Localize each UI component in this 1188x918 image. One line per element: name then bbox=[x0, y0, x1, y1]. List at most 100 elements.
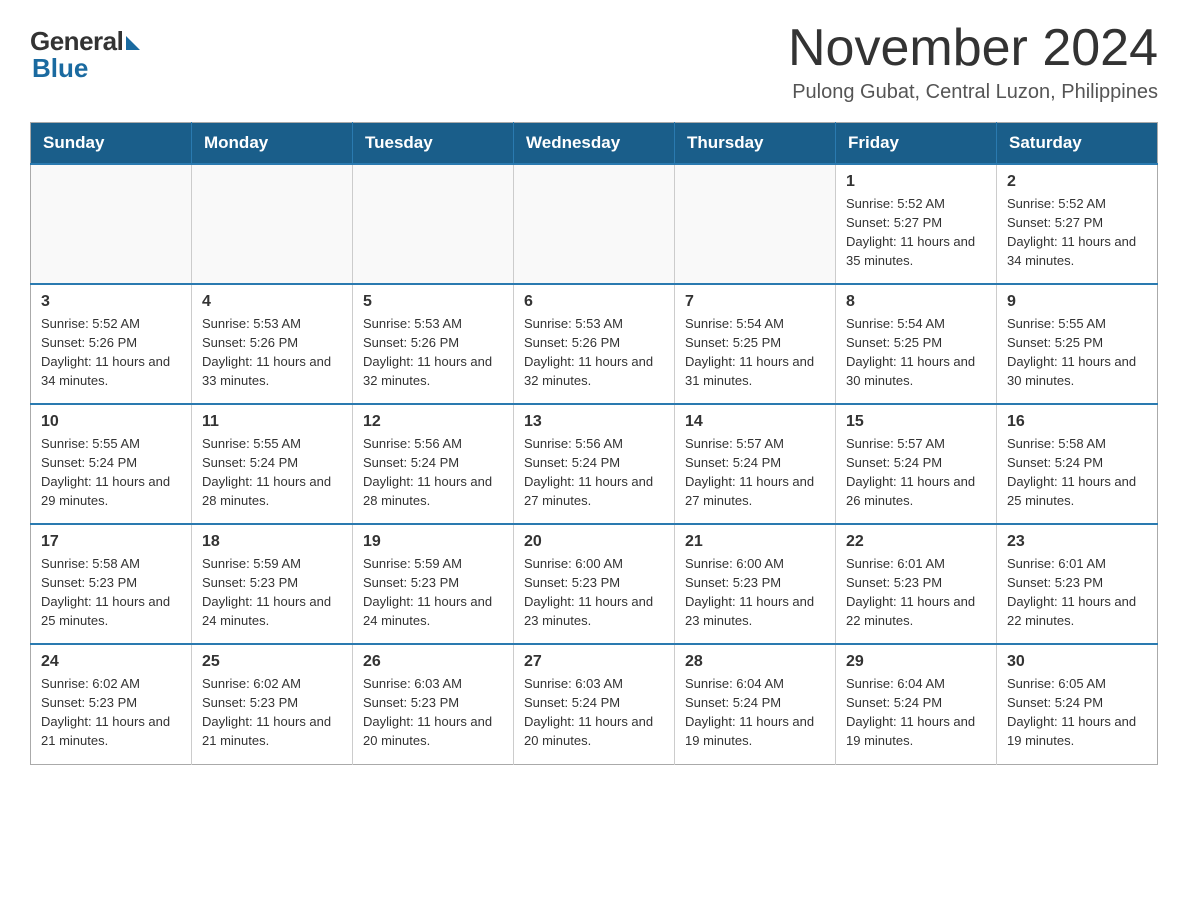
day-cell bbox=[192, 164, 353, 284]
day-number: 2 bbox=[1007, 173, 1147, 191]
day-info: Sunrise: 6:03 AM Sunset: 5:24 PM Dayligh… bbox=[524, 675, 664, 750]
day-info: Sunrise: 5:55 AM Sunset: 5:24 PM Dayligh… bbox=[41, 435, 181, 510]
day-info: Sunrise: 5:52 AM Sunset: 5:26 PM Dayligh… bbox=[41, 315, 181, 390]
day-cell: 15 Sunrise: 5:57 AM Sunset: 5:24 PM Dayli… bbox=[836, 404, 997, 524]
day-cell: 30Sunrise: 6:05 AM Sunset: 5:24 PM Dayli… bbox=[997, 644, 1158, 764]
day-cell: 4 Sunrise: 5:53 AM Sunset: 5:26 PM Daylig… bbox=[192, 284, 353, 404]
day-cell bbox=[353, 164, 514, 284]
week-row-3: 10 Sunrise: 5:55 AM Sunset: 5:24 PM Dayli… bbox=[31, 404, 1158, 524]
day-cell: 11 Sunrise: 5:55 AM Sunset: 5:24 PM Dayli… bbox=[192, 404, 353, 524]
day-number: 10 bbox=[41, 413, 181, 431]
day-cell: 18Sunrise: 5:59 AM Sunset: 5:23 PM Dayli… bbox=[192, 524, 353, 644]
day-cell: 3 Sunrise: 5:52 AM Sunset: 5:26 PM Daylig… bbox=[31, 284, 192, 404]
day-info: Sunrise: 5:56 AM Sunset: 5:24 PM Dayligh… bbox=[363, 435, 503, 510]
logo-blue-text: Blue bbox=[32, 53, 88, 84]
weekday-header-tuesday: Tuesday bbox=[353, 123, 514, 165]
day-cell: 29 Sunrise: 6:04 AM Sunset: 5:24 PM Dayli… bbox=[836, 644, 997, 764]
day-info: Sunrise: 5:53 AM Sunset: 5:26 PM Dayligh… bbox=[202, 315, 342, 390]
day-cell bbox=[514, 164, 675, 284]
day-cell: 7Sunrise: 5:54 AM Sunset: 5:25 PM Daylig… bbox=[675, 284, 836, 404]
day-number: 22 bbox=[846, 533, 986, 551]
day-info: Sunrise: 6:04 AM Sunset: 5:24 PM Dayligh… bbox=[846, 675, 986, 750]
day-info: Sunrise: 6:01 AM Sunset: 5:23 PM Dayligh… bbox=[1007, 555, 1147, 630]
day-cell: 22Sunrise: 6:01 AM Sunset: 5:23 PM Dayli… bbox=[836, 524, 997, 644]
week-row-5: 24 Sunrise: 6:02 AM Sunset: 5:23 PM Dayli… bbox=[31, 644, 1158, 764]
day-number: 15 bbox=[846, 413, 986, 431]
calendar-table: SundayMondayTuesdayWednesdayThursdayFrid… bbox=[30, 122, 1158, 765]
day-number: 24 bbox=[41, 653, 181, 671]
day-info: Sunrise: 5:58 AM Sunset: 5:24 PM Dayligh… bbox=[1007, 435, 1147, 510]
weekday-header-wednesday: Wednesday bbox=[514, 123, 675, 165]
weekday-header-sunday: Sunday bbox=[31, 123, 192, 165]
day-info: Sunrise: 5:56 AM Sunset: 5:24 PM Dayligh… bbox=[524, 435, 664, 510]
day-number: 26 bbox=[363, 653, 503, 671]
day-info: Sunrise: 6:00 AM Sunset: 5:23 PM Dayligh… bbox=[685, 555, 825, 630]
day-number: 18 bbox=[202, 533, 342, 551]
day-cell: 20Sunrise: 6:00 AM Sunset: 5:23 PM Dayli… bbox=[514, 524, 675, 644]
day-cell: 24 Sunrise: 6:02 AM Sunset: 5:23 PM Dayli… bbox=[31, 644, 192, 764]
day-info: Sunrise: 5:59 AM Sunset: 5:23 PM Dayligh… bbox=[363, 555, 503, 630]
day-cell: 1Sunrise: 5:52 AM Sunset: 5:27 PM Daylig… bbox=[836, 164, 997, 284]
day-info: Sunrise: 5:55 AM Sunset: 5:24 PM Dayligh… bbox=[202, 435, 342, 510]
day-info: Sunrise: 5:57 AM Sunset: 5:24 PM Dayligh… bbox=[846, 435, 986, 510]
day-number: 3 bbox=[41, 293, 181, 311]
day-number: 6 bbox=[524, 293, 664, 311]
day-cell: 16 Sunrise: 5:58 AM Sunset: 5:24 PM Dayli… bbox=[997, 404, 1158, 524]
day-number: 1 bbox=[846, 173, 986, 191]
day-number: 27 bbox=[524, 653, 664, 671]
day-number: 9 bbox=[1007, 293, 1147, 311]
day-number: 4 bbox=[202, 293, 342, 311]
calendar-title: November 2024 bbox=[788, 20, 1158, 77]
title-block: November 2024 Pulong Gubat, Central Luzo… bbox=[788, 20, 1158, 104]
day-cell: 5 Sunrise: 5:53 AM Sunset: 5:26 PM Daylig… bbox=[353, 284, 514, 404]
weekday-header-monday: Monday bbox=[192, 123, 353, 165]
day-cell: 2 Sunrise: 5:52 AM Sunset: 5:27 PM Daylig… bbox=[997, 164, 1158, 284]
day-cell: 12 Sunrise: 5:56 AM Sunset: 5:24 PM Dayli… bbox=[353, 404, 514, 524]
day-info: Sunrise: 6:02 AM Sunset: 5:23 PM Dayligh… bbox=[41, 675, 181, 750]
day-number: 25 bbox=[202, 653, 342, 671]
day-number: 28 bbox=[685, 653, 825, 671]
day-cell: 14Sunrise: 5:57 AM Sunset: 5:24 PM Dayli… bbox=[675, 404, 836, 524]
week-row-1: 1 Sunrise: 5:52 AM Sunset: 5:27 PM Daylig… bbox=[31, 164, 1158, 284]
day-cell: 28 Sunrise: 6:04 AM Sunset: 5:24 PM Dayli… bbox=[675, 644, 836, 764]
day-info: Sunrise: 6:03 AM Sunset: 5:23 PM Dayligh… bbox=[363, 675, 503, 750]
day-number: 12 bbox=[363, 413, 503, 431]
day-number: 11 bbox=[202, 413, 342, 431]
calendar-subtitle: Pulong Gubat, Central Luzon, Philippines bbox=[788, 81, 1158, 104]
day-cell: 9 Sunrise: 5:55 AM Sunset: 5:25 PM Daylig… bbox=[997, 284, 1158, 404]
day-info: Sunrise: 6:02 AM Sunset: 5:23 PM Dayligh… bbox=[202, 675, 342, 750]
week-row-2: 3 Sunrise: 5:52 AM Sunset: 5:26 PM Daylig… bbox=[31, 284, 1158, 404]
day-cell: 25 Sunrise: 6:02 AM Sunset: 5:23 PM Dayli… bbox=[192, 644, 353, 764]
day-number: 13 bbox=[524, 413, 664, 431]
day-cell: 21Sunrise: 6:00 AM Sunset: 5:23 PM Dayli… bbox=[675, 524, 836, 644]
day-number: 23 bbox=[1007, 533, 1147, 551]
day-number: 16 bbox=[1007, 413, 1147, 431]
weekday-header-saturday: Saturday bbox=[997, 123, 1158, 165]
day-number: 8 bbox=[846, 293, 986, 311]
day-info: Sunrise: 5:53 AM Sunset: 5:26 PM Dayligh… bbox=[363, 315, 503, 390]
day-cell: 19 Sunrise: 5:59 AM Sunset: 5:23 PM Dayli… bbox=[353, 524, 514, 644]
day-cell bbox=[675, 164, 836, 284]
weekday-header-friday: Friday bbox=[836, 123, 997, 165]
day-info: Sunrise: 5:57 AM Sunset: 5:24 PM Dayligh… bbox=[685, 435, 825, 510]
day-info: Sunrise: 6:04 AM Sunset: 5:24 PM Dayligh… bbox=[685, 675, 825, 750]
weekday-header-thursday: Thursday bbox=[675, 123, 836, 165]
day-info: Sunrise: 5:58 AM Sunset: 5:23 PM Dayligh… bbox=[41, 555, 181, 630]
day-info: Sunrise: 5:55 AM Sunset: 5:25 PM Dayligh… bbox=[1007, 315, 1147, 390]
logo: General Blue bbox=[30, 20, 140, 84]
day-info: Sunrise: 5:52 AM Sunset: 5:27 PM Dayligh… bbox=[1007, 195, 1147, 270]
day-number: 5 bbox=[363, 293, 503, 311]
day-cell: 23 Sunrise: 6:01 AM Sunset: 5:23 PM Dayli… bbox=[997, 524, 1158, 644]
day-cell: 8 Sunrise: 5:54 AM Sunset: 5:25 PM Daylig… bbox=[836, 284, 997, 404]
day-info: Sunrise: 5:54 AM Sunset: 5:25 PM Dayligh… bbox=[846, 315, 986, 390]
day-number: 29 bbox=[846, 653, 986, 671]
weekday-header-row: SundayMondayTuesdayWednesdayThursdayFrid… bbox=[31, 123, 1158, 165]
week-row-4: 17Sunrise: 5:58 AM Sunset: 5:23 PM Dayli… bbox=[31, 524, 1158, 644]
logo-triangle-icon bbox=[126, 36, 140, 50]
day-number: 19 bbox=[363, 533, 503, 551]
day-cell: 27 Sunrise: 6:03 AM Sunset: 5:24 PM Dayli… bbox=[514, 644, 675, 764]
day-cell: 17Sunrise: 5:58 AM Sunset: 5:23 PM Dayli… bbox=[31, 524, 192, 644]
day-cell bbox=[31, 164, 192, 284]
day-number: 20 bbox=[524, 533, 664, 551]
page-header: General Blue November 2024 Pulong Gubat,… bbox=[30, 20, 1158, 104]
